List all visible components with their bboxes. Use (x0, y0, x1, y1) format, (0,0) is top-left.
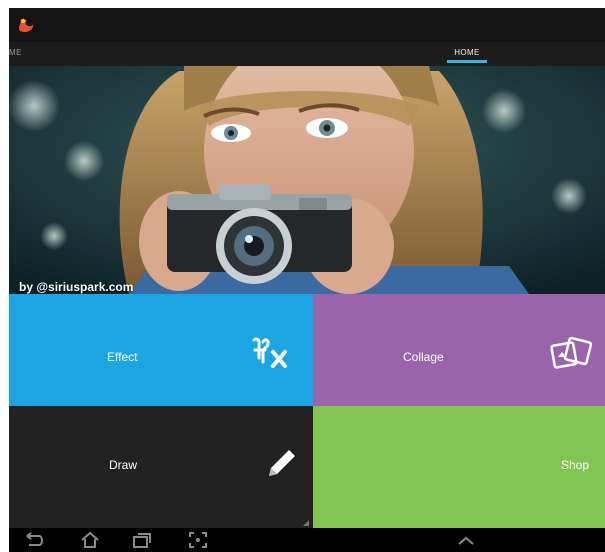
tab-indicator (447, 60, 487, 63)
pencil-icon (269, 450, 295, 476)
screenshot-icon[interactable] (187, 531, 209, 549)
effect-label: Effect (107, 350, 138, 364)
fx-icon (252, 337, 287, 368)
photo-credit: by @siriuspark.com (19, 280, 134, 294)
collage-label: Collage (403, 350, 444, 364)
shop-tile[interactable]: Shop (313, 406, 605, 528)
system-nav-bar (9, 528, 605, 552)
draw-label: Draw (109, 458, 138, 472)
hero-banner[interactable]: by @siriuspark.com (9, 66, 605, 294)
shop-label: Shop (561, 458, 590, 472)
effect-tile[interactable]: Effect (9, 294, 313, 406)
corner-marker-icon (303, 520, 309, 526)
tab-home-label: HOME (454, 48, 480, 57)
back-icon[interactable] (23, 531, 45, 549)
collage-tile[interactable]: Collage (313, 294, 605, 406)
device-screen: ME HOME by @siriuspark.com Effect Collag… (9, 8, 605, 552)
tab-previous[interactable]: ME (9, 48, 22, 57)
collage-icon (550, 336, 593, 369)
app-bar (9, 8, 605, 42)
tab-home[interactable]: HOME (447, 42, 487, 66)
tab-bar: ME HOME (9, 42, 605, 66)
recent-apps-icon[interactable] (131, 531, 153, 549)
app-logo-icon[interactable] (17, 16, 35, 34)
chevron-up-icon[interactable] (455, 531, 477, 549)
home-icon[interactable] (79, 531, 101, 549)
hero-photo (9, 66, 605, 294)
draw-tile[interactable]: Draw (9, 406, 313, 528)
